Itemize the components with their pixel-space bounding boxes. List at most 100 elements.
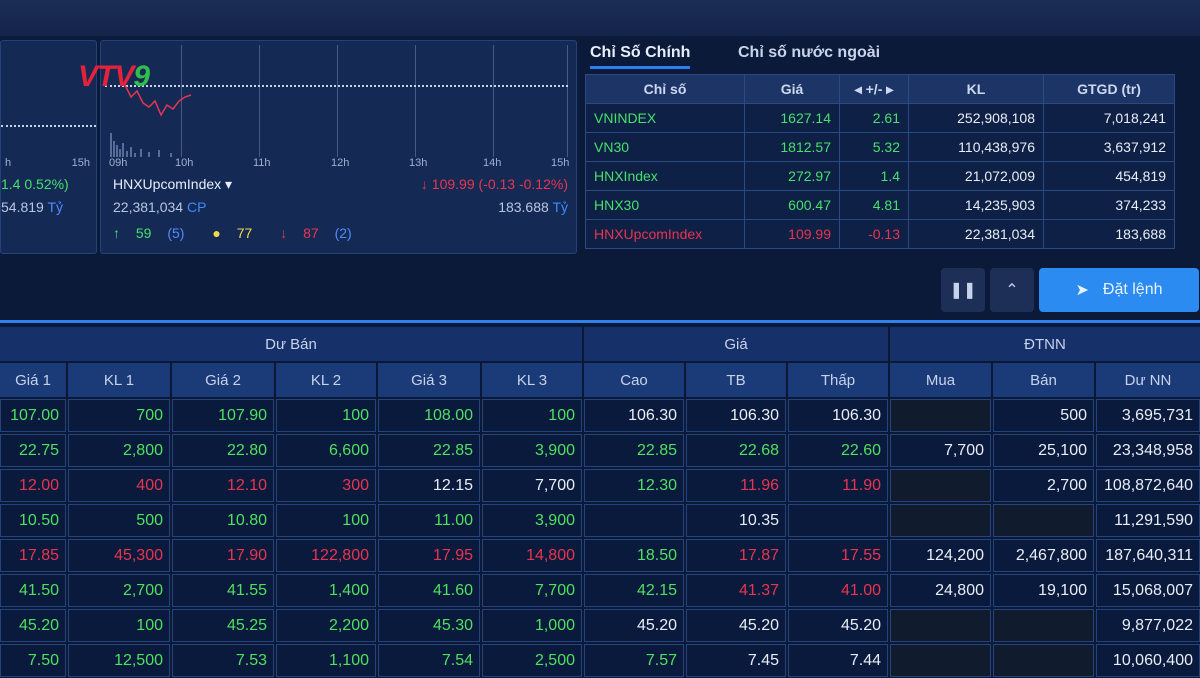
board-cell[interactable]: 108,872,640 (1096, 469, 1200, 502)
board-col-header[interactable]: Cao (584, 363, 684, 397)
col-header[interactable]: GTGD (tr) (1043, 74, 1175, 104)
board-cell[interactable]: 10.80 (172, 504, 274, 537)
board-cell[interactable]: 22.85 (378, 434, 480, 467)
board-cell[interactable]: 41.50 (0, 574, 66, 607)
board-cell[interactable]: 3,900 (482, 504, 582, 537)
board-cell[interactable]: 23,348,958 (1096, 434, 1200, 467)
board-cell[interactable]: 25,100 (993, 434, 1094, 467)
board-cell[interactable]: 124,200 (890, 539, 991, 572)
board-cell[interactable]: 106.30 (686, 399, 786, 432)
board-cell[interactable]: 41.60 (378, 574, 480, 607)
board-cell[interactable]: 17.87 (686, 539, 786, 572)
col-header[interactable]: KL (908, 74, 1044, 104)
board-cell[interactable]: 10.35 (686, 504, 786, 537)
board-cell[interactable] (993, 644, 1094, 677)
board-cell[interactable]: 2,700 (993, 469, 1094, 502)
board-col-header[interactable]: Bán (993, 363, 1094, 397)
col-header-change[interactable]: ◂ +/- ▸ (839, 74, 909, 104)
board-cell[interactable]: 15,068,007 (1096, 574, 1200, 607)
board-cell[interactable]: 12.00 (0, 469, 66, 502)
board-cell[interactable]: 45.25 (172, 609, 274, 642)
index-row[interactable]: HNXIndex 272.97 1.4 21,072,009 454,819 (585, 161, 1175, 191)
board-cell[interactable]: 300 (276, 469, 376, 502)
board-col-header[interactable]: Thấp (788, 363, 888, 397)
board-col-header[interactable]: Mua (890, 363, 991, 397)
board-cell[interactable]: 12,500 (68, 644, 170, 677)
board-cell[interactable]: 2,700 (68, 574, 170, 607)
board-cell[interactable]: 1,100 (276, 644, 376, 677)
board-cell[interactable]: 11,291,590 (1096, 504, 1200, 537)
board-cell[interactable]: 45.20 (584, 609, 684, 642)
board-cell[interactable]: 100 (276, 504, 376, 537)
pause-button[interactable]: ❚❚ (941, 268, 985, 312)
col-header[interactable]: Chỉ số (585, 74, 745, 104)
board-cell[interactable] (890, 644, 991, 677)
board-cell[interactable]: 3,900 (482, 434, 582, 467)
board-cell[interactable]: 6,600 (276, 434, 376, 467)
board-cell[interactable]: 3,695,731 (1096, 399, 1200, 432)
board-cell[interactable]: 17.90 (172, 539, 274, 572)
board-cell[interactable]: 41.00 (788, 574, 888, 607)
board-cell[interactable]: 7,700 (482, 469, 582, 502)
board-cell[interactable]: 12.10 (172, 469, 274, 502)
chevron-right-icon[interactable]: ▸ (886, 81, 893, 97)
board-col-header[interactable]: TB (686, 363, 786, 397)
board-cell[interactable] (890, 609, 991, 642)
board-cell[interactable]: 11.96 (686, 469, 786, 502)
board-cell[interactable]: 14,800 (482, 539, 582, 572)
board-cell[interactable] (788, 504, 888, 537)
board-cell[interactable]: 2,500 (482, 644, 582, 677)
board-cell[interactable]: 41.55 (172, 574, 274, 607)
board-col-header[interactable]: KL 2 (276, 363, 376, 397)
index-row[interactable]: HNXUpcomIndex 109.99 -0.13 22,381,034 183,68… (585, 219, 1175, 249)
board-cell[interactable]: 17.55 (788, 539, 888, 572)
index-row[interactable]: VN30 1812.57 5.32 110,438,976 3,637,912 (585, 132, 1175, 162)
board-cell[interactable]: 700 (68, 399, 170, 432)
tab-foreign-indices[interactable]: Chỉ số nước ngoài (738, 44, 880, 62)
board-col-header[interactable]: Giá 1 (0, 363, 66, 397)
board-cell[interactable] (993, 609, 1094, 642)
board-cell[interactable]: 18.50 (584, 539, 684, 572)
board-cell[interactable]: 100 (68, 609, 170, 642)
board-cell[interactable]: 7.45 (686, 644, 786, 677)
place-order-button[interactable]: ➤ Đặt lệnh (1039, 268, 1199, 312)
board-cell[interactable]: 45.30 (378, 609, 480, 642)
board-col-header[interactable]: Giá 3 (378, 363, 480, 397)
index-row[interactable]: VNINDEX 1627.14 2.61 252,908,108 7,018,241 (585, 103, 1175, 133)
board-cell[interactable]: 45.20 (686, 609, 786, 642)
board-col-header[interactable]: KL 1 (68, 363, 170, 397)
board-cell[interactable]: 500 (993, 399, 1094, 432)
board-cell[interactable]: 2,200 (276, 609, 376, 642)
board-cell[interactable]: 7.54 (378, 644, 480, 677)
board-cell[interactable]: 45.20 (788, 609, 888, 642)
board-cell[interactable]: 7,700 (890, 434, 991, 467)
board-cell[interactable]: 11.00 (378, 504, 480, 537)
board-cell[interactable]: 7.57 (584, 644, 684, 677)
board-cell[interactable]: 24,800 (890, 574, 991, 607)
board-cell[interactable]: 41.37 (686, 574, 786, 607)
board-cell[interactable]: 108.00 (378, 399, 480, 432)
board-cell[interactable] (890, 504, 991, 537)
board-cell[interactable]: 7,700 (482, 574, 582, 607)
board-cell[interactable]: 12.15 (378, 469, 480, 502)
col-header[interactable]: Giá (744, 74, 840, 104)
index-row[interactable]: HNX30 600.47 4.81 14,235,903 374,233 (585, 190, 1175, 220)
chevron-left-icon[interactable]: ◂ (855, 81, 862, 97)
board-cell[interactable] (993, 504, 1094, 537)
board-cell[interactable]: 500 (68, 504, 170, 537)
board-cell[interactable]: 19,100 (993, 574, 1094, 607)
board-cell[interactable]: 122,800 (276, 539, 376, 572)
board-cell[interactable]: 22.68 (686, 434, 786, 467)
board-cell[interactable]: 12.30 (584, 469, 684, 502)
board-cell[interactable]: 107.90 (172, 399, 274, 432)
board-cell[interactable]: 100 (482, 399, 582, 432)
board-cell[interactable] (890, 469, 991, 502)
board-cell[interactable]: 22.80 (172, 434, 274, 467)
board-cell[interactable]: 17.95 (378, 539, 480, 572)
board-cell[interactable]: 22.75 (0, 434, 66, 467)
board-cell[interactable]: 45,300 (68, 539, 170, 572)
board-cell[interactable]: 400 (68, 469, 170, 502)
board-cell[interactable]: 7.50 (0, 644, 66, 677)
board-cell[interactable]: 10,060,400 (1096, 644, 1200, 677)
board-cell[interactable]: 7.44 (788, 644, 888, 677)
